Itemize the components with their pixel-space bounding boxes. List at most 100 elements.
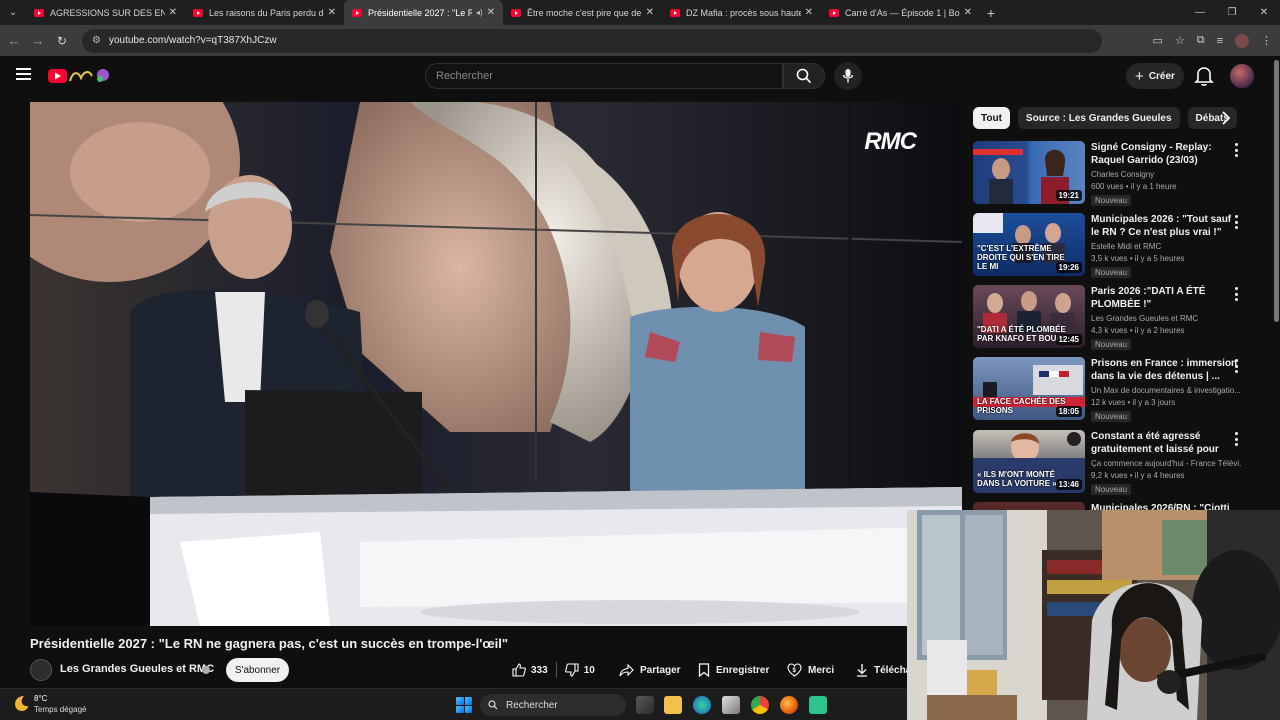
tab-close-icon[interactable]: ✕ (964, 7, 972, 18)
windows-start-icon[interactable] (456, 697, 472, 713)
recommendation-meta: 600 vues • il y a 1 heure (1091, 182, 1177, 191)
browser-tab[interactable]: DZ Mafia : procès sous haute te ✕ (662, 0, 821, 25)
browser-tab[interactable]: AGRESSIONS SUR DES ENFANTS ✕ (26, 0, 185, 25)
recommendation-title[interactable]: Municipales 2026 : "Tout sauf le RN ? Ce… (1091, 213, 1239, 239)
video-thumbnail[interactable]: "C'EST L'EXTRÊME DROITE QUI S'EN TIRE LE… (973, 213, 1085, 276)
search-button[interactable] (783, 63, 825, 89)
speaker-icon[interactable]: ◂) (476, 8, 483, 17)
voice-search-button[interactable] (834, 62, 862, 90)
minimize-icon[interactable]: — (1184, 0, 1216, 25)
close-window-icon[interactable]: ✕ (1248, 0, 1280, 25)
recommendation-channel[interactable]: Un Max de documentaires & investigatio..… (1091, 386, 1241, 395)
youtube-logo-icon[interactable] (48, 66, 110, 86)
recommendation-meta: 3,5 k vues • il y a 5 heures (1091, 254, 1185, 263)
streaming-app-icon[interactable] (809, 696, 827, 714)
more-options-icon[interactable] (1231, 432, 1241, 446)
thumbs-down-icon (564, 663, 579, 677)
tab-close-icon[interactable]: ✕ (646, 7, 654, 18)
youtube-favicon-icon (193, 8, 203, 17)
search-input[interactable]: Rechercher (425, 63, 783, 89)
taskbar-search-placeholder: Rechercher (506, 699, 558, 711)
tab-close-icon[interactable]: ✕ (328, 7, 336, 18)
plus-icon: + (1135, 67, 1144, 85)
firefox-browser-icon[interactable] (780, 696, 798, 714)
tab-close-icon[interactable]: ✕ (169, 7, 177, 18)
more-options-icon[interactable] (1231, 143, 1241, 157)
back-arrow-icon[interactable]: ← (2, 33, 26, 48)
site-info-icon[interactable]: ⚙ (92, 35, 101, 46)
chip-source[interactable]: Source : Les Grandes Gueules (1017, 107, 1180, 129)
url-field[interactable]: ⚙ youtube.com/watch?v=qT387XhJCzw (82, 28, 1102, 53)
menu-hamburger-icon[interactable] (16, 68, 31, 80)
subscribe-button[interactable]: S'abonner (226, 658, 289, 682)
browser-tab[interactable]: Carré d'As — Épisode 1 | Boob ✕ (821, 0, 980, 25)
recommendation-title[interactable]: Signé Consigny - Replay: Raquel Garrido … (1091, 141, 1239, 167)
browser-tab-active[interactable]: Présidentielle 2027 : "Le RN ◂) ✕ (344, 0, 503, 25)
tab-close-icon[interactable]: ✕ (487, 7, 495, 18)
video-duration: 18:05 (1055, 406, 1082, 417)
thanks-button[interactable]: $ Merci (787, 658, 834, 682)
rmc-channel-logo: RMC (864, 128, 917, 155)
tab-close-icon[interactable]: ✕ (805, 7, 813, 18)
tab-search-chevron-icon[interactable]: ⌄ (0, 0, 26, 25)
new-badge: Nouveau (1091, 484, 1132, 495)
recommendation-channel[interactable]: Estelle Midi et RMC (1091, 242, 1241, 251)
video-thumbnail[interactable]: "DATI A ÉTÉ PLOMBÉE PAR KNAFO ET BOURI 1… (973, 285, 1085, 348)
share-button[interactable]: Partager (619, 658, 681, 682)
weather-moon-icon[interactable] (12, 694, 30, 712)
task-view-icon[interactable] (636, 696, 654, 714)
download-button[interactable]: Télécha (856, 658, 911, 682)
recommendation-title[interactable]: Prisons en France : immersion dans la vi… (1091, 357, 1239, 383)
recommendation-title[interactable]: Constant a été agressé gratuitement et l… (1091, 430, 1239, 456)
store-icon[interactable] (722, 696, 740, 714)
more-options-icon[interactable] (1231, 359, 1241, 373)
like-button[interactable]: 333 (504, 658, 556, 682)
recommendation-title[interactable]: Paris 2026 :"DATI A ÉTÉ PLOMBÉE !" (1091, 285, 1239, 311)
user-avatar[interactable] (1230, 64, 1254, 88)
share-arrow-icon (619, 663, 634, 676)
recommendation-channel[interactable]: Ça commence aujourd'hui - France Télévi.… (1091, 459, 1241, 468)
recommendation-item[interactable]: "C'EST L'EXTRÊME DROITE QUI S'EN TIRE LE… (973, 213, 1263, 279)
media-control-icon[interactable]: ≡ (1217, 35, 1223, 47)
restore-icon[interactable]: ❐ (1216, 0, 1248, 25)
channel-row: Les Grandes Gueules et RMC S'abonner 333… (30, 658, 911, 682)
dislike-button[interactable]: 10 (557, 658, 603, 682)
browser-tab[interactable]: Être moche c'est pire que de m ✕ (503, 0, 662, 25)
video-thumbnail[interactable]: « ILS M'ONT MONTÉ DANS LA VOITURE » 13:4… (973, 430, 1085, 493)
recommendation-item[interactable]: 19:21 Signé Consigny - Replay: Raquel Ga… (973, 141, 1263, 207)
extensions-icon[interactable]: ⧉ (1197, 34, 1205, 47)
more-options-icon[interactable] (1231, 215, 1241, 229)
tab-label: DZ Mafia : procès sous haute te (686, 7, 801, 18)
recommendation-item[interactable]: LA FACE CACHÉE DES PRISONS 18:05 Prisons… (973, 357, 1263, 423)
forward-arrow-icon[interactable]: → (26, 33, 50, 48)
chip-all[interactable]: Tout (973, 107, 1010, 129)
chevron-right-icon[interactable] (1218, 110, 1234, 126)
browser-menu-icon[interactable]: ⋮ (1261, 34, 1272, 47)
recommendation-channel[interactable]: Les Grandes Gueules et RMC (1091, 314, 1241, 323)
file-explorer-icon[interactable] (664, 696, 682, 714)
video-thumbnail[interactable]: 19:21 (973, 141, 1085, 204)
more-options-icon[interactable] (1231, 287, 1241, 301)
taskbar-search-input[interactable]: Rechercher (480, 694, 626, 716)
browser-profile-avatar[interactable] (1235, 33, 1249, 48)
recommendation-item[interactable]: "DATI A ÉTÉ PLOMBÉE PAR KNAFO ET BOURI 1… (973, 285, 1263, 351)
edge-browser-icon[interactable] (693, 696, 711, 714)
tab-label: Être moche c'est pire que de m (527, 7, 642, 18)
page-scrollbar[interactable] (1274, 60, 1279, 322)
browser-tab[interactable]: Les raisons du Paris perdu de D ✕ (185, 0, 344, 25)
channel-name[interactable]: Les Grandes Gueules et RMC (60, 663, 214, 675)
notifications-bell-icon[interactable] (1194, 65, 1214, 87)
video-player[interactable]: RMC (30, 102, 962, 626)
chrome-browser-icon[interactable] (751, 696, 769, 714)
recommendation-item[interactable]: « ILS M'ONT MONTÉ DANS LA VOITURE » 13:4… (973, 430, 1263, 496)
recommendation-channel[interactable]: Charles Consigny (1091, 170, 1241, 179)
create-button[interactable]: + Créer (1126, 63, 1184, 89)
video-thumbnail[interactable]: LA FACE CACHÉE DES PRISONS 18:05 (973, 357, 1085, 420)
new-tab-icon[interactable]: + (980, 5, 1002, 21)
save-button[interactable]: Enregistrer (698, 658, 769, 682)
video-title: Présidentielle 2027 : "Le RN ne gagnera … (30, 636, 508, 651)
cast-icon[interactable]: ▭ (1152, 34, 1162, 47)
reload-icon[interactable]: ↻ (50, 34, 74, 48)
bookmark-star-icon[interactable]: ☆ (1175, 34, 1185, 47)
channel-avatar[interactable] (30, 659, 52, 681)
